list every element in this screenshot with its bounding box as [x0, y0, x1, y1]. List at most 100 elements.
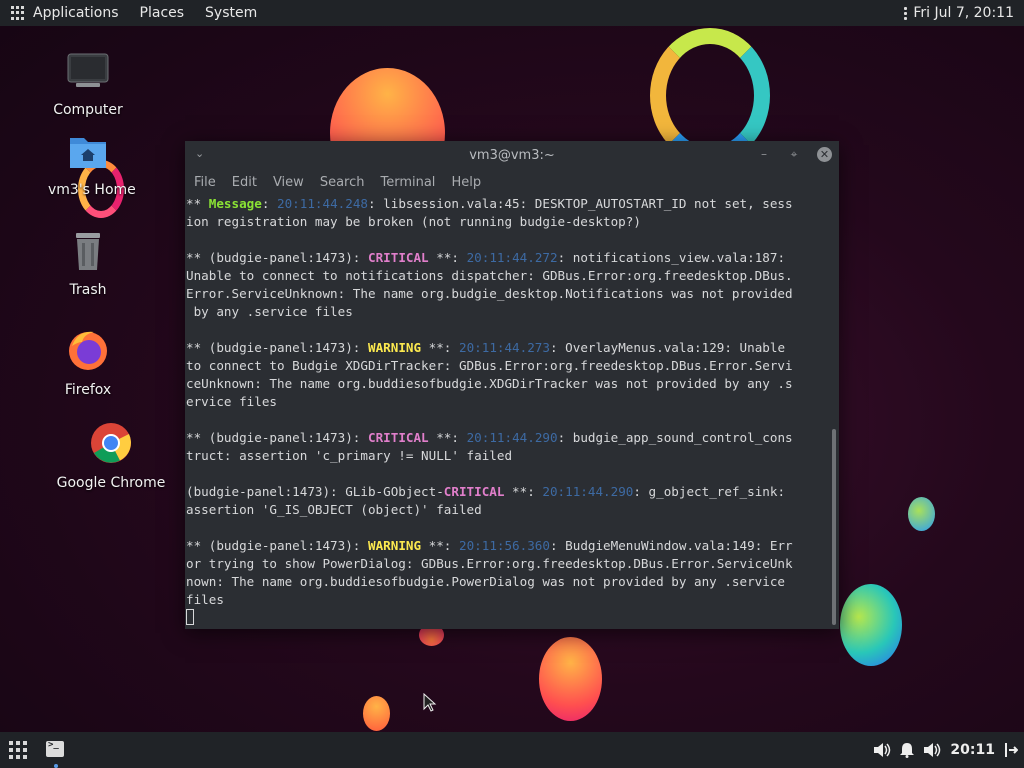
log-level: CRITICAL	[367, 250, 429, 265]
window-title: vm3@vm3:~	[469, 148, 555, 163]
wallpaper-bubble	[539, 637, 602, 721]
timestamp: 20:11:44.248	[277, 196, 368, 211]
terminal-line: ion registration may be broken (not runn…	[186, 213, 830, 231]
scrollbar[interactable]	[832, 429, 836, 625]
speaker-icon[interactable]	[873, 742, 891, 758]
terminal-line: ** (budgie-panel:1473): WARNING **: 20:1…	[186, 537, 830, 555]
terminal-line: or trying to show PowerDialog: GDBus.Err…	[186, 555, 830, 573]
menu-search[interactable]: Search	[320, 175, 365, 190]
timestamp: 20:11:56.360	[458, 538, 550, 553]
text-cursor	[186, 609, 194, 625]
wallpaper-bubble	[908, 497, 935, 531]
terminal-output[interactable]: ** Message: 20:11:44.248: libsession.val…	[186, 195, 830, 627]
timestamp: 20:11:44.290	[466, 430, 558, 445]
desktop-icon-label: Google Chrome	[56, 475, 166, 491]
log-text: ceUnknown: The name org.buddiesofbudgie.…	[186, 376, 793, 391]
mouse-pointer-icon	[423, 693, 437, 712]
log-text: : BudgieMenuWindow.vala:149: Err	[549, 538, 793, 553]
menu-file[interactable]: File	[194, 175, 216, 190]
log-text: **	[186, 196, 209, 211]
log-level: WARNING	[367, 340, 422, 355]
log-text: ** (budgie-panel:1473):	[186, 250, 368, 265]
desktop-icon-chrome[interactable]: Google Chrome	[56, 421, 166, 491]
maximize-button[interactable]: ⌖	[785, 145, 803, 163]
menu-help[interactable]: Help	[451, 175, 481, 190]
terminal-line: Error.ServiceUnknown: The name org.budgi…	[186, 285, 830, 303]
terminal-line: to connect to Budgie XDGDirTracker: GDBu…	[186, 357, 830, 375]
desktop-icon-label: Firefox	[64, 382, 112, 398]
log-text: ion registration may be broken (not runn…	[186, 214, 641, 229]
system-menu[interactable]: System	[205, 5, 257, 21]
desktop-icon-trash[interactable]: Trash	[48, 230, 128, 298]
menu-terminal[interactable]: Terminal	[380, 175, 435, 190]
taskbar-terminal-icon[interactable]	[46, 740, 64, 757]
terminal-line: ** (budgie-panel:1473): CRITICAL **: 20:…	[186, 429, 830, 447]
log-text: **:	[428, 250, 467, 265]
log-text: :	[261, 196, 277, 211]
terminal-line: Unable to connect to notifications dispa…	[186, 267, 830, 285]
log-text: assertion 'G_IS_OBJECT (object)' failed	[186, 502, 482, 517]
app-grid-icon[interactable]	[11, 6, 25, 20]
minimize-button[interactable]: –	[755, 145, 773, 163]
terminal-line: truct: assertion 'c_primary != NULL' fai…	[186, 447, 830, 465]
places-menu[interactable]: Places	[140, 5, 185, 21]
log-text: Unable to connect to notifications dispa…	[186, 268, 793, 283]
top-panel: Applications Places System Fri Jul 7, 20…	[0, 0, 1024, 26]
log-text: **:	[428, 430, 467, 445]
home-folder-icon	[70, 138, 106, 168]
terminal-line: ** Message: 20:11:44.248: libsession.val…	[186, 195, 830, 213]
log-text: : g_object_ref_sink:	[633, 484, 786, 499]
log-text: : OverlayMenus.vala:129: Unable	[549, 340, 786, 355]
window-titlebar[interactable]: ⌄ vm3@vm3:~ – ⌖ ✕	[185, 141, 839, 169]
log-text: or trying to show PowerDialog: GDBus.Err…	[186, 556, 793, 571]
close-button[interactable]: ✕	[817, 147, 832, 162]
log-text: ** (budgie-panel:1473):	[186, 430, 368, 445]
log-text: truct: assertion 'c_primary != NULL' fai…	[186, 448, 513, 463]
log-text: ** (budgie-panel:1473):	[186, 538, 368, 553]
log-text: ervice files	[186, 394, 277, 409]
desktop-icon-label: Trash	[69, 282, 107, 298]
timestamp: 20:11:44.290	[542, 484, 634, 499]
notification-bell-icon[interactable]	[900, 742, 915, 758]
log-text: **:	[504, 484, 543, 499]
chrome-icon	[91, 423, 131, 463]
desktop-icon-firefox[interactable]: Firefox	[48, 328, 128, 398]
log-level: CRITICAL	[443, 484, 505, 499]
log-text: (budgie-panel:1473): GLib-GObject-	[186, 484, 444, 499]
app-menu-icon[interactable]	[9, 741, 27, 759]
applications-menu[interactable]: Applications	[33, 5, 119, 21]
log-text: **:	[421, 340, 459, 355]
log-text: nown: The name org.buddiesofbudgie.Power…	[186, 574, 785, 589]
terminal-line: (budgie-panel:1473): GLib-GObject-CRITIC…	[186, 483, 830, 501]
desktop-icon-computer[interactable]: Computer	[48, 52, 128, 118]
log-text: files	[186, 592, 224, 607]
menu-view[interactable]: View	[273, 175, 304, 190]
terminal-line: ** (budgie-panel:1473): WARNING **: 20:1…	[186, 339, 830, 357]
timestamp: 20:11:44.273	[458, 340, 550, 355]
computer-icon	[67, 53, 109, 87]
desktop-icon-label: Computer	[53, 102, 123, 118]
terminal-line: files	[186, 591, 830, 609]
power-logout-icon[interactable]	[1004, 742, 1018, 758]
prompt-line[interactable]	[186, 609, 830, 627]
log-text: by any .service files	[186, 304, 353, 319]
log-level: CRITICAL	[367, 430, 429, 445]
volume-icon[interactable]	[923, 742, 941, 758]
clock-area: Fri Jul 7, 20:11	[904, 0, 1014, 26]
log-text: to connect to Budgie XDGDirTracker: GDBu…	[186, 358, 793, 373]
terminal-line: ** (budgie-panel:1473): CRITICAL **: 20:…	[186, 249, 830, 267]
desktop-icon-home[interactable]: vm3's Home	[48, 132, 136, 198]
terminal-line: ervice files	[186, 393, 830, 411]
log-text: ** (budgie-panel:1473):	[186, 340, 368, 355]
top-clock[interactable]: Fri Jul 7, 20:11	[913, 5, 1014, 21]
terminal-window[interactable]: ⌄ vm3@vm3:~ – ⌖ ✕ File Edit View Search …	[185, 141, 839, 629]
terminal-line: nown: The name org.buddiesofbudgie.Power…	[186, 573, 830, 591]
tray-clock[interactable]: 20:11	[950, 742, 995, 758]
log-text: **:	[421, 538, 459, 553]
more-vertical-icon[interactable]	[904, 6, 908, 20]
menu-edit[interactable]: Edit	[232, 175, 257, 190]
terminal-line: ceUnknown: The name org.buddiesofbudgie.…	[186, 375, 830, 393]
